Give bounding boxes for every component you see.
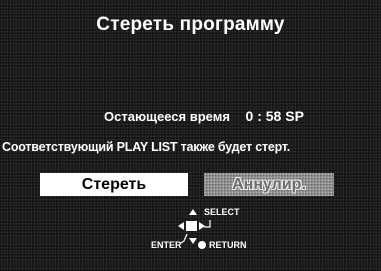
remaining-time-value: 0 : 58 SP [245,108,304,124]
center-square-icon [186,221,197,231]
erase-program-screen: Стереть программу Остающееся время 0 : 5… [0,0,381,271]
remote-navigation-hint: SELECT ENTER RETURN [0,196,381,256]
cancel-button[interactable]: Аннулир. [204,173,334,196]
cursor-arrows-icon [178,209,211,244]
up-arrow-icon [189,209,197,215]
remaining-time-label: Остающееся время [104,109,230,124]
erase-button[interactable]: Стереть [40,173,188,196]
page-title: Стереть программу [96,14,285,35]
enter-label: ENTER [151,240,182,250]
remaining-time-row: Остающееся время 0 : 58 SP [104,108,304,124]
return-label: RETURN [209,240,247,250]
select-label: SELECT [204,207,240,217]
playlist-notice: Соответствующий PLAY LIST также будет ст… [2,140,290,154]
down-arrow-icon [189,238,197,244]
return-dot-icon [198,241,206,249]
left-arrow-icon [178,222,184,230]
right-arrow-icon [199,222,205,230]
